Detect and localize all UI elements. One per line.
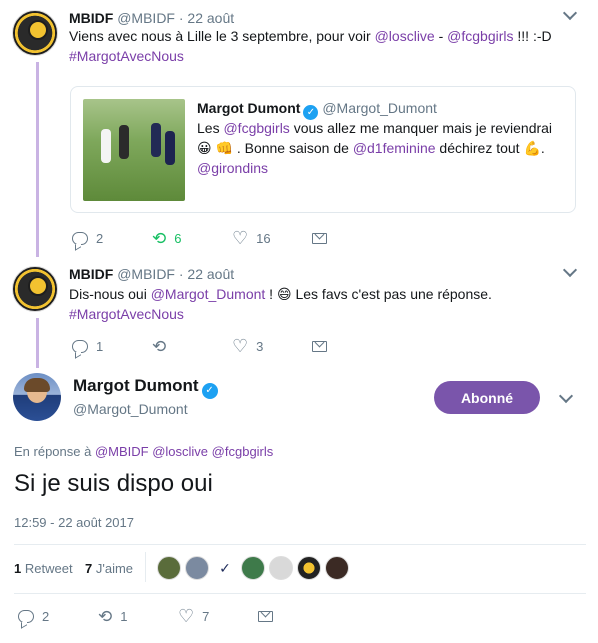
quoted-author-handle[interactable]: @Margot_Dumont xyxy=(322,100,437,116)
mention-link[interactable]: @fcgbgirls xyxy=(212,444,274,459)
main-author-handle[interactable]: @Margot_Dumont xyxy=(73,401,188,417)
liker-avatar[interactable] xyxy=(325,556,349,580)
quoted-tweet[interactable]: Margot Dumont ✓ @Margot_Dumont Les @fcgbg… xyxy=(70,86,576,213)
heart-icon: ♡ xyxy=(178,606,195,626)
author-name[interactable]: MBIDF xyxy=(69,10,113,26)
hashtag-link[interactable]: #MargotAvecNous xyxy=(69,306,184,322)
message-icon xyxy=(258,610,273,622)
divider xyxy=(14,544,586,545)
tweet-date[interactable]: · 22 août xyxy=(179,266,234,282)
like-stats[interactable]: 7 J'aime xyxy=(85,561,133,576)
heart-icon: ♡ xyxy=(232,228,249,248)
retweet-icon: ⟲ xyxy=(98,606,113,626)
mbidf-avatar[interactable] xyxy=(12,10,58,56)
message-icon xyxy=(312,340,327,352)
main-author-name[interactable]: Margot Dumont xyxy=(73,376,199,395)
verified-icon: ✓ xyxy=(201,383,218,399)
author-handle[interactable]: @MBIDF xyxy=(117,266,175,282)
liker-avatar[interactable] xyxy=(241,556,265,580)
reply-icon xyxy=(72,339,88,353)
author-handle[interactable]: @MBIDF xyxy=(117,10,175,26)
mention-link[interactable]: @losclive xyxy=(375,28,435,44)
chevron-down-icon[interactable] xyxy=(562,5,578,21)
grinning-emoji-icon: 😄 xyxy=(276,286,292,302)
reply-icon xyxy=(18,609,34,623)
direct-message-button[interactable] xyxy=(312,340,392,352)
retweet-button[interactable]: ⟲ xyxy=(152,338,232,355)
liker-avatar[interactable] xyxy=(297,556,321,580)
reply-button[interactable]: 1 xyxy=(72,339,152,354)
direct-message-button[interactable] xyxy=(258,610,338,622)
retweet-icon: ⟲ xyxy=(152,336,167,356)
retweet-stats[interactable]: 1 Retweet xyxy=(14,561,73,576)
mention-link[interactable]: @d1feminine xyxy=(353,140,436,156)
mention-link[interactable]: @Margot_Dumont xyxy=(151,286,266,302)
tweet-2[interactable]: MBIDF @MBIDF · 22 août Dis-nous oui @Mar… xyxy=(0,262,598,362)
stats-separator xyxy=(145,552,146,582)
like-button[interactable]: ♡ 3 xyxy=(232,337,312,355)
author-name[interactable]: MBIDF xyxy=(69,266,113,282)
mention-link[interactable]: @fcgbgirls xyxy=(447,28,513,44)
likers-avatars: ✓ xyxy=(157,556,353,580)
retweet-button[interactable]: ⟲ 1 xyxy=(98,608,178,625)
tweet-1[interactable]: MBIDF @MBIDF · 22 août Viens avec nous à… xyxy=(0,0,598,260)
liker-avatar[interactable]: ✓ xyxy=(213,556,237,580)
like-button[interactable]: ♡ 7 xyxy=(178,607,258,625)
heart-icon: ♡ xyxy=(232,336,249,356)
hashtag-link[interactable]: #MargotAvecNous xyxy=(69,48,184,64)
tweet-text: Viens avec nous à Lille le 3 septembre, … xyxy=(69,28,552,64)
main-tweet-text: Si je suis dispo oui xyxy=(14,470,213,497)
grinning-emoji-icon: 😀 xyxy=(197,140,212,156)
quoted-photo xyxy=(83,99,185,201)
chevron-down-icon[interactable] xyxy=(562,262,578,278)
chevron-down-icon[interactable] xyxy=(558,388,574,404)
reply-icon xyxy=(72,231,88,245)
mention-link[interactable]: @girondins xyxy=(197,160,268,176)
flexed-biceps-emoji-icon: 💪 xyxy=(523,140,541,156)
liker-avatar[interactable] xyxy=(157,556,181,580)
reply-context: En réponse à @MBIDF @losclive @fcgbgirls xyxy=(14,444,274,459)
retweet-button[interactable]: ⟲ 6 xyxy=(152,230,232,247)
tweet-date[interactable]: · 22 août xyxy=(179,10,234,26)
mbidf-avatar[interactable] xyxy=(12,266,58,312)
mention-link[interactable]: @fcgbgirls xyxy=(223,120,289,136)
liker-avatar[interactable] xyxy=(185,556,209,580)
direct-message-button[interactable] xyxy=(312,232,392,244)
mention-link[interactable]: @losclive xyxy=(152,444,208,459)
margot-avatar[interactable] xyxy=(13,373,61,421)
liker-avatar[interactable] xyxy=(269,556,293,580)
reply-button[interactable]: 2 xyxy=(72,231,152,246)
like-button[interactable]: ♡ 16 xyxy=(232,229,312,247)
reply-button[interactable]: 2 xyxy=(18,609,98,624)
tweet-text: Dis-nous oui @Margot_Dumont ! 😄 Les favs… xyxy=(69,286,492,322)
quoted-text: Les @fcgbgirls vous allez me manquer mai… xyxy=(197,120,553,176)
quoted-author-name[interactable]: Margot Dumont xyxy=(197,100,300,116)
tweet-timestamp[interactable]: 12:59 - 22 août 2017 xyxy=(14,515,134,530)
mention-link[interactable]: @MBIDF xyxy=(95,444,149,459)
fist-emoji-icon: 👊 xyxy=(215,140,233,156)
retweet-icon: ⟲ xyxy=(152,228,167,248)
message-icon xyxy=(312,232,327,244)
divider xyxy=(14,593,586,594)
following-button[interactable]: Abonné xyxy=(434,381,540,414)
